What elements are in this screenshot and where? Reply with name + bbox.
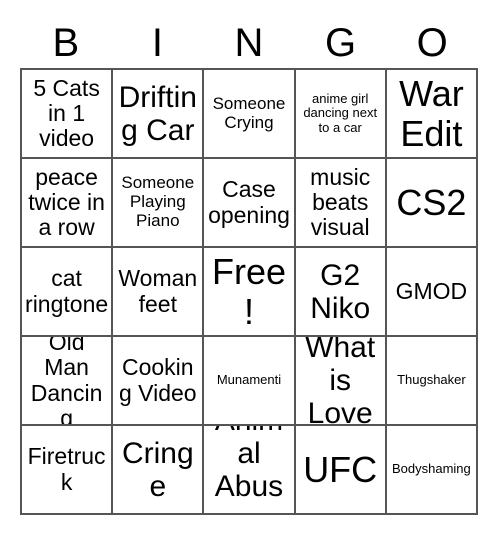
header-letter-g: G bbox=[295, 21, 387, 65]
bingo-cell[interactable]: War Edit bbox=[387, 70, 478, 159]
bingo-cell-label: Drifting Car bbox=[116, 81, 199, 147]
bingo-cell-label: CS2 bbox=[390, 183, 473, 223]
bingo-cell[interactable]: Bodyshaming bbox=[387, 426, 478, 515]
bingo-cell[interactable]: Drifting Car bbox=[113, 70, 204, 159]
bingo-cell-label: 5 Cats in 1 video bbox=[25, 76, 108, 152]
bingo-cell-label: Cooking Video bbox=[116, 355, 199, 406]
bingo-cell[interactable]: GMOD bbox=[387, 248, 478, 337]
bingo-cell[interactable]: G2 Niko bbox=[296, 248, 387, 337]
bingo-cell[interactable]: CS2 bbox=[387, 159, 478, 248]
header-letter-o: O bbox=[386, 21, 478, 65]
bingo-cell-label: music beats visual bbox=[299, 165, 382, 241]
bingo-cell[interactable]: Firetruck bbox=[22, 426, 113, 515]
bingo-header: B I N G O bbox=[20, 18, 478, 68]
bingo-card: B I N G O 5 Cats in 1 videoDrifting CarS… bbox=[0, 0, 500, 544]
header-letter-n: N bbox=[203, 21, 295, 65]
bingo-cell[interactable]: peace twice in a row bbox=[22, 159, 113, 248]
bingo-cell-label: Old Man Dancing bbox=[25, 337, 108, 426]
bingo-cell-label: UFC bbox=[299, 450, 382, 490]
bingo-cell[interactable]: Old Man Dancing bbox=[22, 337, 113, 426]
bingo-cell[interactable]: Animal Abuse bbox=[204, 426, 295, 515]
bingo-cell[interactable]: Free! bbox=[204, 248, 295, 337]
bingo-cell-label: Woman feet bbox=[116, 266, 199, 317]
bingo-cell-label: Free! bbox=[207, 252, 290, 331]
bingo-cell[interactable]: anime girl dancing next to a car bbox=[296, 70, 387, 159]
bingo-cell-label: G2 Niko bbox=[299, 259, 382, 325]
bingo-cell[interactable]: Munamenti bbox=[204, 337, 295, 426]
bingo-cell-label: War Edit bbox=[390, 74, 473, 153]
bingo-cell[interactable]: UFC bbox=[296, 426, 387, 515]
header-letter-i: I bbox=[112, 21, 204, 65]
bingo-cell-label: Someone Playing Piano bbox=[116, 174, 199, 230]
bingo-cell-label: anime girl dancing next to a car bbox=[299, 92, 382, 135]
bingo-cell-label: Thugshaker bbox=[390, 373, 473, 387]
bingo-cell-label: Bodyshaming bbox=[390, 462, 473, 476]
bingo-cell[interactable]: Woman feet bbox=[113, 248, 204, 337]
bingo-cell-label: GMOD bbox=[390, 279, 473, 304]
bingo-cell-label: Cringe bbox=[116, 437, 199, 503]
bingo-cell-label: Firetruck bbox=[25, 444, 108, 495]
bingo-cell[interactable]: cat ringtone bbox=[22, 248, 113, 337]
bingo-cell[interactable]: Case opening bbox=[204, 159, 295, 248]
bingo-cell[interactable]: What is Love bbox=[296, 337, 387, 426]
bingo-cell-label: Munamenti bbox=[207, 373, 290, 387]
bingo-cell-label: Animal Abuse bbox=[207, 426, 290, 515]
bingo-cell-label: Case opening bbox=[207, 177, 290, 228]
bingo-cell[interactable]: Someone Crying bbox=[204, 70, 295, 159]
header-letter-b: B bbox=[20, 21, 112, 65]
bingo-cell[interactable]: Someone Playing Piano bbox=[113, 159, 204, 248]
bingo-cell-label: cat ringtone bbox=[25, 266, 108, 317]
bingo-grid: 5 Cats in 1 videoDrifting CarSomeone Cry… bbox=[20, 68, 478, 515]
bingo-cell-label: peace twice in a row bbox=[25, 165, 108, 241]
bingo-cell[interactable]: 5 Cats in 1 video bbox=[22, 70, 113, 159]
bingo-cell[interactable]: Thugshaker bbox=[387, 337, 478, 426]
bingo-cell[interactable]: music beats visual bbox=[296, 159, 387, 248]
bingo-cell[interactable]: Cringe bbox=[113, 426, 204, 515]
bingo-cell[interactable]: Cooking Video bbox=[113, 337, 204, 426]
bingo-cell-label: What is Love bbox=[299, 337, 382, 426]
bingo-cell-label: Someone Crying bbox=[207, 95, 290, 132]
